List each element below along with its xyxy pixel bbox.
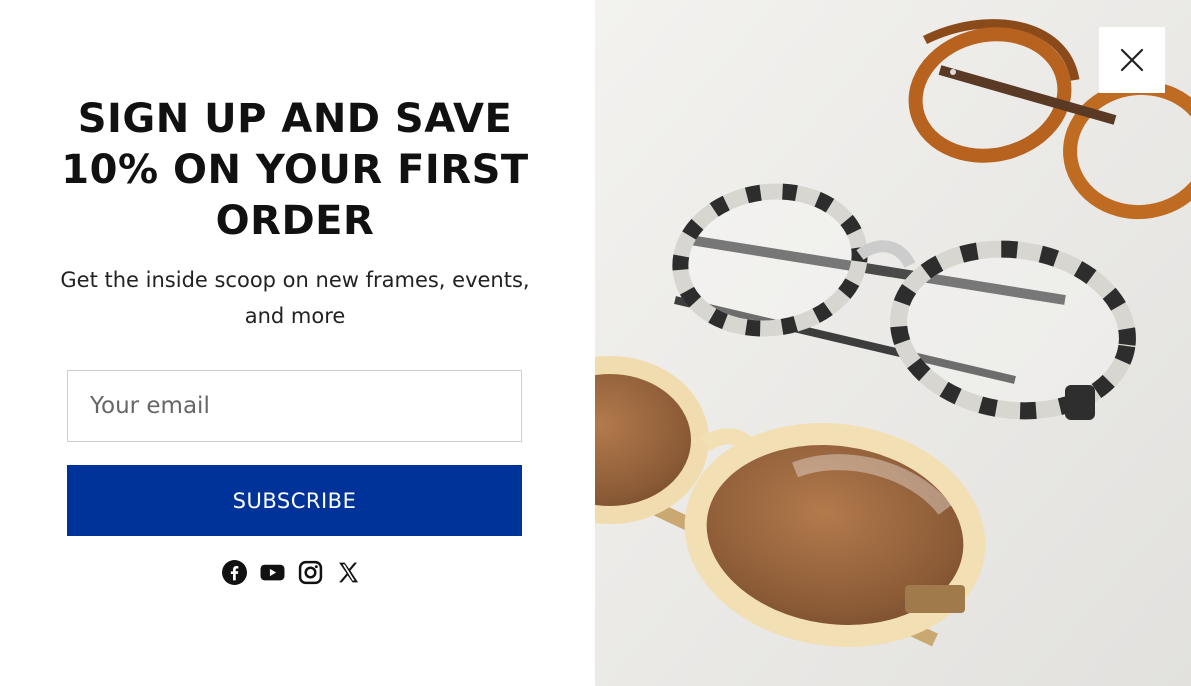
email-input[interactable] [67,370,522,442]
instagram-icon[interactable] [298,557,323,587]
social-links [222,557,361,587]
product-image [595,0,1191,686]
headline: SIGN UP AND SAVE 10% ON YOUR FIRST ORDER [61,96,529,244]
x-icon[interactable] [336,557,361,587]
signup-modal: SIGN UP AND SAVE 10% ON YOUR FIRST ORDER… [0,0,1191,686]
subscribe-button[interactable]: SUBSCRIBE [67,465,522,536]
close-button[interactable] [1099,27,1165,93]
close-icon [1120,48,1144,72]
eyeglasses-image [595,0,1191,686]
subheadline: Get the inside scoop on new frames, even… [60,268,530,328]
signup-panel: SIGN UP AND SAVE 10% ON YOUR FIRST ORDER… [0,0,595,686]
facebook-icon[interactable] [222,557,247,587]
youtube-icon[interactable] [260,557,285,587]
